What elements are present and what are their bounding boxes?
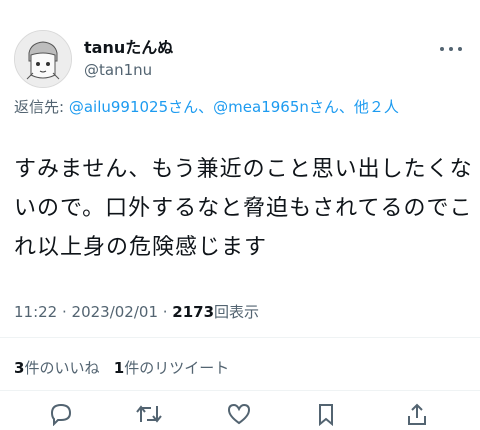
reply-user-link[interactable]: @mea1965n	[213, 98, 309, 116]
reply-icon[interactable]	[48, 402, 78, 427]
divider	[0, 390, 480, 391]
tweet-stats: 3件のいいね 1件のリツイート	[14, 357, 229, 378]
reply-others-link[interactable]: 他２人	[354, 98, 399, 116]
reply-context: 返信先: @ailu991025さん、@mea1965nさん、他２人	[14, 96, 466, 118]
tweet-meta: 11:22 · 2023/02/01 · 2173回表示	[14, 301, 259, 322]
tweet-text: すみません、もう兼近のこと思い出したくないので。口外するなと脅迫もされてるのでこ…	[14, 157, 473, 260]
reply-sep: さん、	[308, 98, 354, 116]
avatar[interactable]	[14, 30, 72, 88]
display-name[interactable]: tanuたんぬ	[84, 34, 173, 58]
reply-sep: さん、	[168, 98, 214, 116]
view-label: 回表示	[214, 303, 260, 321]
avatar-illustration	[15, 31, 71, 87]
reply-user-link[interactable]: @ailu991025	[69, 98, 168, 116]
user-handle[interactable]: @tan1nu	[84, 61, 152, 79]
more-dots-icon[interactable]	[436, 42, 466, 56]
likes-stat[interactable]: 3件のいいね	[14, 359, 99, 377]
share-icon[interactable]	[404, 402, 434, 426]
divider	[0, 337, 480, 338]
action-bar	[0, 398, 480, 427]
tweet-timestamp[interactable]: 11:22 · 2023/02/01 ·	[14, 303, 172, 321]
bookmark-icon[interactable]	[314, 402, 344, 427]
view-count: 2173	[172, 303, 215, 321]
reply-prefix: 返信先:	[14, 98, 65, 116]
retweets-stat[interactable]: 1件のリツイート	[114, 359, 229, 377]
like-icon[interactable]	[226, 402, 256, 426]
retweet-icon[interactable]	[135, 402, 165, 426]
